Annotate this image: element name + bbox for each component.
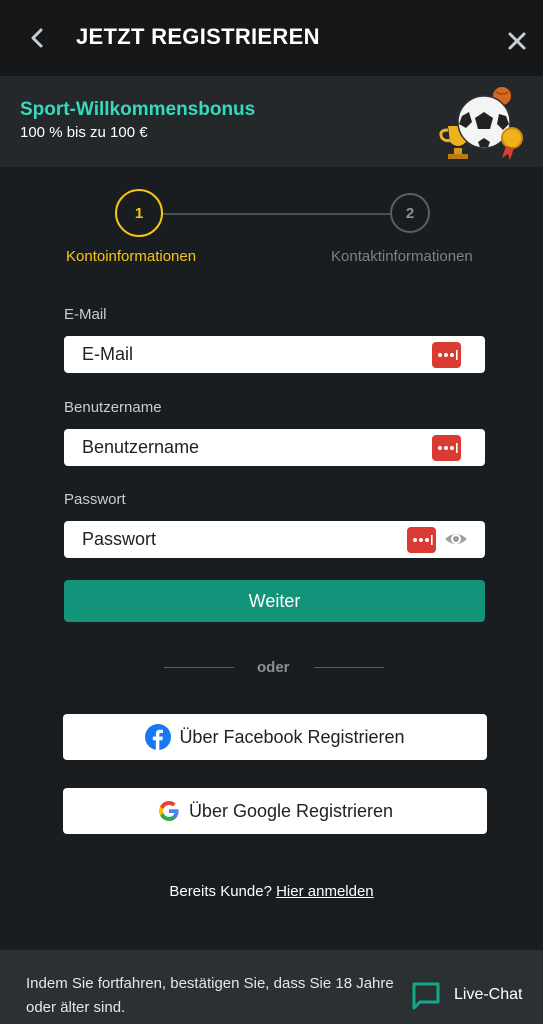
chevron-left-icon <box>31 28 43 48</box>
email-label: E-Mail <box>64 306 107 323</box>
google-register-button[interactable]: Über Google Registrieren <box>63 788 487 834</box>
login-prompt-text: Bereits Kunde? <box>169 883 272 900</box>
live-chat-button[interactable]: Live-Chat <box>410 978 522 1012</box>
registration-stepper: 1 2 Kontoinformationen Kontaktinformatio… <box>0 180 543 280</box>
close-button[interactable] <box>504 28 530 54</box>
password-manager-icon <box>412 535 433 545</box>
password-manager-icon <box>437 443 458 453</box>
google-icon <box>158 801 179 821</box>
username-label: Benutzername <box>64 399 162 416</box>
divider-line-right <box>314 667 384 668</box>
email-field-container <box>64 336 485 373</box>
username-field-container <box>64 429 485 466</box>
bonus-title: Sport-Willkommensbonus <box>20 99 256 120</box>
step-2-indicator: 2 <box>390 193 430 233</box>
login-link[interactable]: Hier anmelden <box>276 883 374 900</box>
username-field[interactable] <box>64 429 485 466</box>
email-field[interactable] <box>64 336 485 373</box>
password-manager-button[interactable] <box>432 435 461 461</box>
divider-line-left <box>164 667 234 668</box>
step-1-indicator: 1 <box>115 189 163 237</box>
eye-icon <box>445 534 467 544</box>
show-password-button[interactable] <box>444 529 468 549</box>
password-manager-button[interactable] <box>432 342 461 368</box>
footer-bar: Indem Sie fortfahren, bestätigen Sie, da… <box>0 950 543 1024</box>
password-manager-button[interactable] <box>407 527 436 553</box>
header-bar: JETZT REGISTRIEREN <box>0 0 543 76</box>
bonus-subtitle: 100 % bis zu 100 € <box>20 124 148 141</box>
facebook-icon <box>145 724 172 750</box>
soccer-trophy-icon <box>439 87 523 160</box>
google-button-label: Über Google Registrieren <box>188 800 394 821</box>
login-prompt: Bereits Kunde? Hier anmelden <box>0 883 543 900</box>
age-notice: Indem Sie fortfahren, bestätigen Sie, da… <box>26 975 394 1016</box>
password-field-container <box>64 521 485 558</box>
chat-bubble-icon <box>412 982 440 1010</box>
step-1-label: Kontoinformationen <box>66 248 197 265</box>
divider-text: oder <box>257 659 290 676</box>
close-icon <box>508 32 526 50</box>
facebook-register-button[interactable]: Über Facebook Registrieren <box>63 714 487 760</box>
password-label: Passwort <box>64 491 126 508</box>
continue-button[interactable]: Weiter <box>64 580 485 622</box>
live-chat-label: Live-Chat <box>454 986 523 1003</box>
step-2-label: Kontaktinformationen <box>331 248 473 265</box>
password-manager-icon <box>437 350 458 360</box>
back-button[interactable] <box>26 24 50 52</box>
step-connector <box>162 213 390 215</box>
page-title: JETZT REGISTRIEREN <box>76 24 320 49</box>
facebook-button-label: Über Facebook Registrieren <box>179 726 405 747</box>
